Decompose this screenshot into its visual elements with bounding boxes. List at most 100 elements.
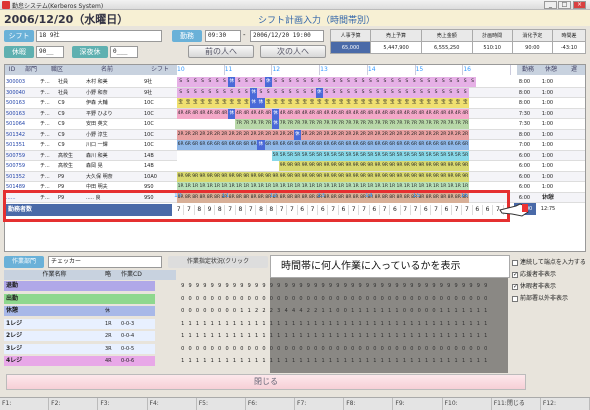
- shift-cell[interactable]: [184, 150, 192, 161]
- shift-cell[interactable]: 7R: [279, 119, 287, 129]
- shift-cell[interactable]: S: [257, 77, 265, 87]
- shift-cell[interactable]: S: [381, 77, 389, 87]
- shift-cell[interactable]: [264, 161, 272, 171]
- shift-cell[interactable]: 9R: [322, 161, 331, 171]
- shift-cell[interactable]: 2R: [286, 129, 294, 140]
- shift-cell[interactable]: 休: [315, 87, 323, 98]
- shift-cell[interactable]: 6R: [417, 140, 426, 150]
- shift-cell[interactable]: 6R: [301, 140, 309, 150]
- shift-cell[interactable]: S: [468, 77, 477, 87]
- shift-cell[interactable]: 9R: [366, 171, 375, 182]
- shift-cell[interactable]: 5R: [388, 150, 396, 161]
- shift-cell[interactable]: 9R: [286, 161, 294, 171]
- shift-cell[interactable]: 6R: [213, 140, 221, 150]
- task-dept-select[interactable]: チェッカー: [48, 256, 162, 268]
- shift-cell[interactable]: S: [322, 87, 331, 98]
- shift-cell[interactable]: S: [191, 77, 199, 87]
- shift-cell[interactable]: 6R: [395, 140, 404, 150]
- shift-cell[interactable]: 6R: [184, 140, 192, 150]
- fkey-f5[interactable]: F5:: [197, 398, 246, 410]
- shift-cell[interactable]: S: [249, 77, 258, 87]
- row-cells[interactable]: SSSSSSS休SSSS休SSSSSSSSSSSSSSSSSSSSSSSSSSS…: [177, 77, 513, 87]
- row-cells[interactable]: 6R 6R 6R 6R 6R 6R 6R 6R 6R 6R 6R 休 6R 6R 6R 6R 6R 6R 6R 6R 6…: [177, 140, 513, 150]
- shift-cell[interactable]: 2R: [439, 129, 447, 140]
- shift-cell[interactable]: 2R: [249, 129, 258, 140]
- shift-cell[interactable]: [177, 161, 185, 171]
- fkey-f2[interactable]: F2:: [49, 398, 99, 410]
- shift-cell[interactable]: 2R: [315, 129, 323, 140]
- shift-cell[interactable]: S: [315, 77, 323, 87]
- shift-cell[interactable]: 4R: [359, 108, 367, 119]
- shift-cell[interactable]: S: [184, 87, 192, 98]
- shift-cell[interactable]: S: [198, 87, 207, 98]
- shift-cell[interactable]: 9R: [242, 171, 250, 182]
- shift-cell[interactable]: [220, 119, 229, 129]
- shift-cell[interactable]: S: [454, 77, 462, 87]
- shift-cell[interactable]: S: [425, 77, 433, 87]
- shift-cell[interactable]: 6R: [439, 140, 447, 150]
- shift-cell[interactable]: 宝: [381, 98, 389, 108]
- shift-cell[interactable]: 4R: [315, 108, 323, 119]
- shift-cell[interactable]: 5R: [432, 150, 440, 161]
- shift-cell[interactable]: 休: [271, 119, 280, 129]
- shift-cell[interactable]: 9R: [293, 161, 302, 171]
- shift-cell[interactable]: 9R: [388, 171, 396, 182]
- shift-cell[interactable]: 9R: [271, 171, 280, 182]
- shift-cell[interactable]: S: [344, 77, 353, 87]
- shift-cell[interactable]: 4R: [213, 108, 221, 119]
- shinya-input[interactable]: 0___: [110, 46, 138, 58]
- shift-cell[interactable]: 5R: [425, 150, 433, 161]
- shift-cell[interactable]: [177, 119, 185, 129]
- shift-cell[interactable]: S: [308, 77, 316, 87]
- shift-cell[interactable]: 宝: [308, 98, 316, 108]
- shift-row[interactable]: 500759 チ... 高校生 森川 和美 14B 5R 5R 5R 5R 5R 5R 5R 5R 5R 5…: [5, 150, 585, 161]
- shift-cell[interactable]: 5R: [337, 150, 345, 161]
- shift-cell[interactable]: 宝: [235, 98, 243, 108]
- shift-cell[interactable]: S: [206, 77, 214, 87]
- shift-cell[interactable]: 6R: [249, 140, 258, 150]
- shift-cell[interactable]: S: [439, 87, 447, 98]
- shift-cell[interactable]: 9R: [446, 171, 455, 182]
- shift-cell[interactable]: 宝: [461, 98, 469, 108]
- shift-cell[interactable]: 4R: [439, 108, 447, 119]
- shift-cell[interactable]: 7R: [264, 119, 272, 129]
- row-cells[interactable]: 4R 4R 4R 4R 4R 4R 4R 休 4R 4R 4R 4R 4R 休 4R 4R 4R 4R 4R 4R 4R…: [177, 108, 513, 119]
- shift-cell[interactable]: 9R: [301, 161, 309, 171]
- shift-cell[interactable]: 宝: [271, 98, 280, 108]
- fkey-f1[interactable]: F1:: [0, 398, 50, 410]
- shift-cell[interactable]: [191, 161, 199, 171]
- shift-cell[interactable]: 宝: [388, 98, 396, 108]
- shift-cell[interactable]: 5R: [286, 150, 294, 161]
- shift-cell[interactable]: 9R: [344, 161, 353, 171]
- shift-cell[interactable]: 4R: [308, 108, 316, 119]
- shift-cell[interactable]: 宝: [344, 98, 353, 108]
- shift-cell[interactable]: 宝: [198, 98, 207, 108]
- shift-cell[interactable]: 宝: [352, 98, 360, 108]
- shift-cell[interactable]: 7R: [381, 119, 389, 129]
- shift-cell[interactable]: S: [403, 87, 411, 98]
- shift-cell[interactable]: 7R: [432, 119, 440, 129]
- shift-cell[interactable]: 2R: [301, 129, 309, 140]
- shift-cell[interactable]: 7R: [461, 119, 469, 129]
- shift-cell[interactable]: 6R: [271, 140, 280, 150]
- shift-cell[interactable]: 5R: [446, 150, 455, 161]
- shift-cell[interactable]: 6R: [293, 140, 302, 150]
- shift-cell[interactable]: 9R: [439, 171, 447, 182]
- shift-cell[interactable]: 5R: [374, 150, 382, 161]
- shift-cell[interactable]: 2R: [220, 129, 229, 140]
- shift-row[interactable]: 500759 チ... 高校生 森岡 晃 14B 9R 9R 9R 9R 9R 9R 9R 9R 9R 9R…: [5, 161, 585, 172]
- shift-cell[interactable]: 4R: [286, 108, 294, 119]
- shift-cell[interactable]: 9R: [213, 171, 221, 182]
- shift-cell[interactable]: S: [228, 87, 236, 98]
- shift-cell[interactable]: 2R: [206, 129, 214, 140]
- shift-cell[interactable]: 9R: [374, 161, 382, 171]
- shift-cell[interactable]: 4R: [344, 108, 353, 119]
- shift-cell[interactable]: 宝: [366, 98, 375, 108]
- shift-cell[interactable]: 2R: [461, 129, 469, 140]
- fkey-f6[interactable]: F6:: [246, 398, 296, 410]
- shift-cell[interactable]: 7R: [337, 119, 345, 129]
- fkey-f11[interactable]: F11:閉じる: [492, 398, 541, 410]
- shift-cell[interactable]: 4R: [198, 108, 207, 119]
- shift-cell[interactable]: 7R: [425, 119, 433, 129]
- shift-row[interactable]: 300003 チ... 社員 木村 和美 9社 S S S S S S S 休 S S S S 休 S S S S S S S S…: [5, 77, 585, 88]
